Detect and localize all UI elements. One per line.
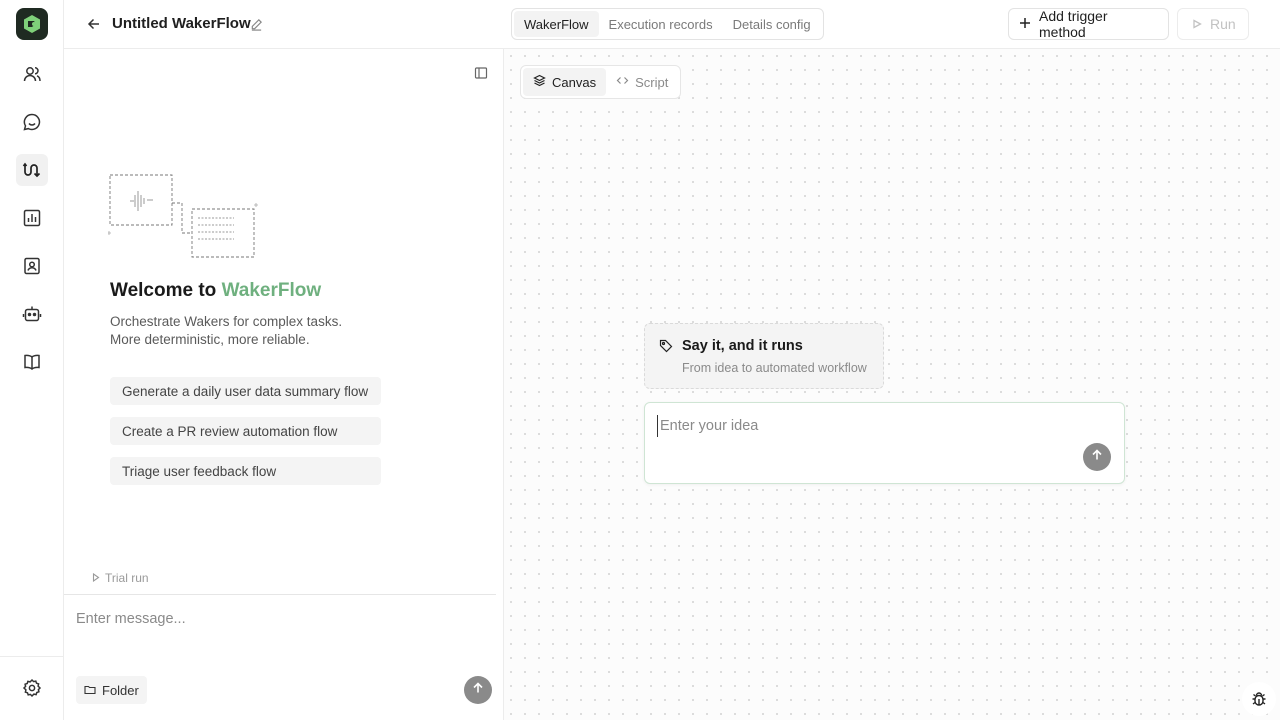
gear-icon[interactable]	[16, 672, 48, 704]
add-trigger-button[interactable]: Add trigger method	[1008, 8, 1169, 40]
send-button[interactable]	[464, 676, 492, 704]
page-title: Untitled WakerFlow	[112, 15, 251, 32]
book-icon[interactable]	[16, 346, 48, 378]
tagline-line-1: Orchestrate Wakers for complex tasks.	[110, 314, 343, 329]
chat-bubble-icon[interactable]	[16, 106, 48, 138]
tab-script[interactable]: Script	[606, 68, 678, 96]
tab-script-label: Script	[635, 74, 669, 90]
welcome-prefix: Welcome to	[110, 280, 222, 301]
workflow-icon[interactable]	[16, 154, 48, 186]
back-arrow-icon[interactable]	[84, 14, 104, 34]
trial-run-button[interactable]: Trial run	[92, 569, 149, 587]
hint-card: Say it, and it runs From idea to automat…	[644, 323, 884, 389]
tab-details-config[interactable]: Details config	[723, 11, 821, 37]
code-icon	[616, 74, 629, 90]
folder-label: Folder	[102, 682, 139, 698]
folder-icon	[84, 683, 96, 698]
bar-chart-icon[interactable]	[16, 202, 48, 234]
tagline: Orchestrate Wakers for complex tasks. Mo…	[110, 313, 342, 349]
run-label: Run	[1210, 16, 1236, 32]
play-icon	[1192, 16, 1202, 32]
arrow-up-icon	[472, 681, 484, 699]
run-button[interactable]: Run	[1177, 8, 1249, 40]
welcome-heading: Welcome to WakerFlow	[110, 280, 321, 302]
wakerflow-logo-icon[interactable]	[16, 8, 48, 40]
arrow-up-icon	[1091, 448, 1103, 466]
trial-run-label: Trial run	[105, 571, 149, 585]
rail-divider	[0, 656, 63, 657]
tagline-line-2: More deterministic, more reliable.	[110, 332, 310, 347]
composer-divider	[64, 594, 496, 595]
top-header: Untitled WakerFlow WakerFlow Execution r…	[64, 0, 1280, 49]
users-icon[interactable]	[16, 58, 48, 90]
idea-input[interactable]	[657, 415, 1077, 437]
tab-execution-records[interactable]: Execution records	[599, 11, 723, 37]
add-trigger-label: Add trigger method	[1039, 8, 1108, 40]
workflow-canvas[interactable]: Canvas Script Say it, and it runs From i…	[504, 49, 1280, 720]
bug-icon[interactable]	[1242, 682, 1276, 716]
suggestion-chip[interactable]: Generate a daily user data summary flow	[110, 377, 381, 405]
message-input[interactable]	[76, 604, 486, 634]
idea-send-button[interactable]	[1083, 443, 1111, 471]
suggestion-chip[interactable]: Create a PR review automation flow	[110, 417, 381, 445]
layers-icon	[533, 74, 546, 90]
contact-card-icon[interactable]	[16, 250, 48, 282]
hint-subtitle: From idea to automated workflow	[682, 361, 867, 375]
main-tabs: WakerFlow Execution records Details conf…	[511, 8, 824, 40]
sidebar-toggle-icon[interactable]	[472, 64, 490, 82]
canvas-view-tabs: Canvas Script	[520, 65, 682, 99]
welcome-brand: WakerFlow	[221, 280, 322, 301]
tag-icon	[659, 339, 675, 355]
welcome-illustration	[107, 173, 268, 261]
suggestion-chip[interactable]: Triage user feedback flow	[110, 457, 381, 485]
pencil-icon[interactable]	[247, 15, 265, 33]
folder-button[interactable]: Folder	[76, 676, 147, 704]
plus-icon	[1019, 16, 1031, 32]
tab-canvas-label: Canvas	[552, 74, 597, 90]
hint-title: Say it, and it runs	[682, 338, 803, 354]
icon-rail	[0, 0, 64, 720]
chat-panel: Welcome to WakerFlow Orchestrate Wakers …	[64, 49, 504, 720]
play-icon	[92, 571, 100, 585]
idea-composer	[644, 402, 1125, 484]
robot-icon[interactable]	[16, 298, 48, 330]
tab-wakerflow[interactable]: WakerFlow	[514, 11, 599, 37]
tab-canvas[interactable]: Canvas	[523, 68, 607, 96]
app-root: Untitled WakerFlow WakerFlow Execution r…	[0, 0, 1280, 720]
